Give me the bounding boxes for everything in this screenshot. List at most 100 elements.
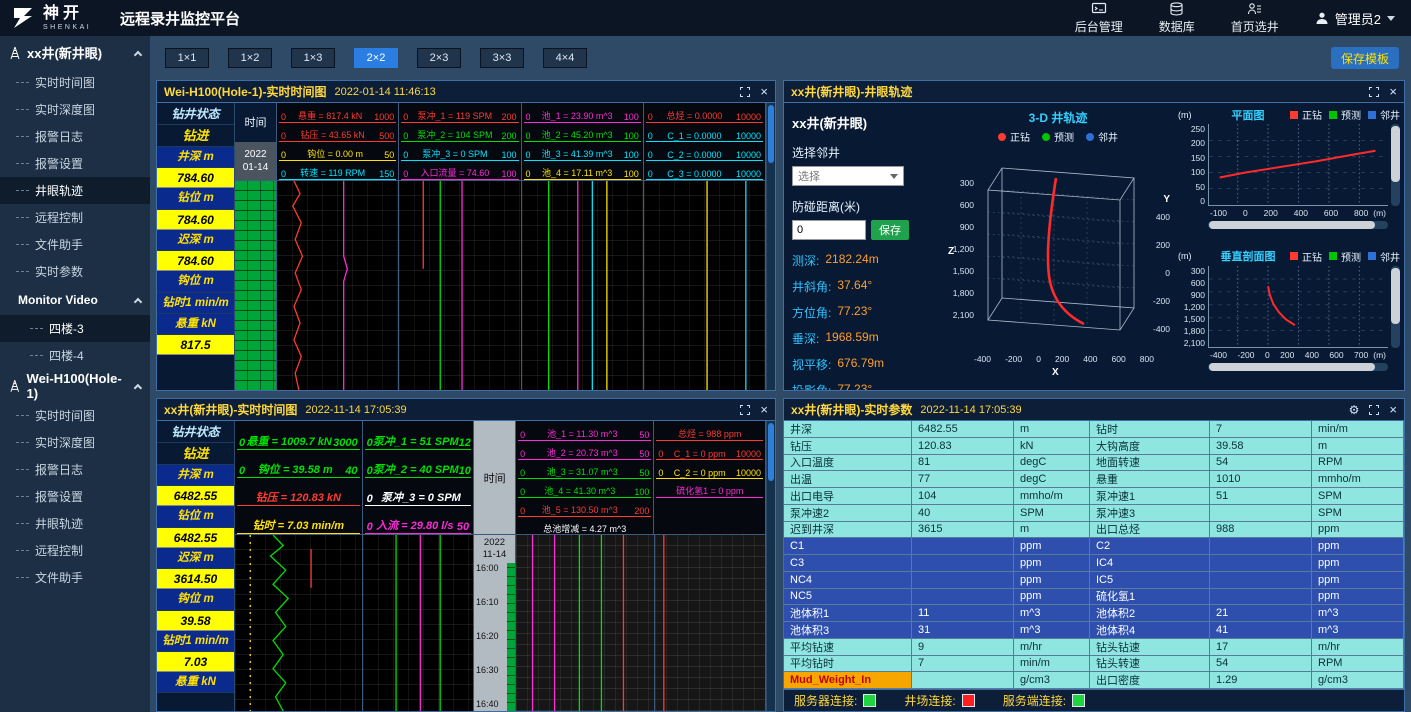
vertical-scrollbar[interactable]	[766, 103, 775, 390]
curve-label[interactable]: 0 钩位 = 0.00 m 50	[279, 142, 396, 161]
neighbor-well-select[interactable]: 选择	[792, 166, 904, 186]
save-button[interactable]: 保存	[871, 220, 909, 240]
curve-label[interactable]: 0 泵冲_1 = 51 SPM 120	[365, 422, 472, 450]
section-vertical-scrollbar[interactable]	[1391, 266, 1400, 348]
sidebar-item[interactable]: 井眼轨迹	[0, 177, 150, 204]
sidebar-item-camera[interactable]: 四楼-3	[0, 315, 150, 342]
sidebar-item[interactable]: 报警设置	[0, 150, 150, 177]
curve-label[interactable]: 0 泵冲_2 = 104 SPM 200	[401, 123, 518, 142]
sidebar-item[interactable]: 报警日志	[0, 123, 150, 150]
close-icon[interactable]	[760, 85, 768, 98]
curve-label[interactable]: 0 C_1 = 0 ppm 10000	[656, 441, 763, 460]
layout-button[interactable]: 4×4	[543, 48, 587, 68]
sidebar-item[interactable]: 远程控制	[0, 537, 150, 564]
chart-track-4[interactable]	[644, 181, 766, 390]
nav-home-well-select[interactable]: 首页选井	[1231, 2, 1279, 35]
nav-database[interactable]: 数据库	[1159, 2, 1195, 35]
plan-plot-area[interactable]	[1208, 124, 1388, 206]
curve-label[interactable]: 0 钩位 = 39.58 m 40	[237, 450, 360, 478]
curve-label[interactable]: 0 泵冲_3 = 0 SPM 100	[401, 142, 518, 161]
sidebar-group-well2[interactable]: Wei-H100(Hole-1)	[0, 369, 150, 402]
curve-label[interactable]: 总池增减 = 4.27 m^3	[518, 517, 651, 536]
sidebar-group-well1[interactable]: xx井(新井眼)	[0, 36, 150, 69]
expand-icon[interactable]	[1369, 87, 1379, 97]
section-horizontal-scrollbar[interactable]	[1208, 363, 1388, 371]
layout-button[interactable]: 1×1	[165, 48, 209, 68]
chart-track-A[interactable]	[235, 535, 363, 711]
close-icon[interactable]	[1389, 85, 1397, 98]
chart-track-D[interactable]	[655, 535, 766, 711]
layout-button[interactable]: 1×2	[228, 48, 272, 68]
chart-track-3[interactable]	[522, 181, 644, 390]
curve-label[interactable]: 0 C_2 = 0 ppm 10000	[656, 460, 763, 479]
sidebar-item[interactable]: 井眼轨迹	[0, 510, 150, 537]
sidebar-item[interactable]: 报警设置	[0, 483, 150, 510]
layout-button[interactable]: 1×3	[291, 48, 335, 68]
curve-label[interactable]: 0 池_5 = 130.50 m^3 200	[518, 498, 651, 517]
curve-label[interactable]: 0 悬重 = 817.4 kN 1000	[279, 104, 396, 123]
curve-label[interactable]: 总烃 = 988 ppm	[656, 422, 763, 441]
curve-label[interactable]: 0 池_2 = 20.73 m^3 50	[518, 441, 651, 460]
curve-label[interactable]: 0 总烃 = 0.0000 10000	[646, 104, 763, 123]
plan-horizontal-scrollbar[interactable]	[1208, 221, 1388, 229]
nav-backend-management[interactable]: 后台管理	[1075, 2, 1123, 35]
curve-label[interactable]: 0 入口流量 = 74.60 100	[401, 161, 518, 180]
plan-vertical-scrollbar[interactable]	[1391, 124, 1400, 206]
curve-label[interactable]: 0 池_1 = 11.30 m^3 50	[518, 422, 651, 441]
curve-label[interactable]: 0 泵冲_3 = 0 SPM	[365, 478, 472, 506]
scrollbar-thumb[interactable]	[768, 423, 774, 481]
curve-label[interactable]: 0 池_1 = 23.90 m^3 100	[524, 104, 641, 123]
curve-label[interactable]: 0 C_2 = 0.0000 10000	[646, 142, 763, 161]
sidebar-item[interactable]: 报警日志	[0, 456, 150, 483]
param-label: 大钩高度	[1090, 438, 1210, 454]
curve-label[interactable]: 0 入流 = 29.80 l/s 50	[365, 506, 472, 534]
curve-label[interactable]: 钻压 = 120.83 kN	[237, 478, 360, 506]
curve-label[interactable]: 0 C_1 = 0.0000 10000	[646, 123, 763, 142]
sidebar-item[interactable]: 文件助手	[0, 231, 150, 258]
scrollbar-thumb[interactable]	[768, 105, 774, 163]
sidebar-item[interactable]: 实时深度图	[0, 96, 150, 123]
curve-label[interactable]: 0 转速 = 119 RPM 150	[279, 161, 396, 180]
sidebar-item[interactable]: 远程控制	[0, 204, 150, 231]
curve-label[interactable]: 0 泵冲_1 = 119 SPM 200	[401, 104, 518, 123]
close-icon[interactable]	[1389, 403, 1397, 416]
sidebar-item[interactable]: 实时参数	[0, 258, 150, 285]
curve-label[interactable]: 0 池_4 = 17.11 m^3 100	[524, 161, 641, 180]
chart-track-B[interactable]	[363, 535, 474, 711]
anticollision-distance-input[interactable]	[792, 220, 866, 240]
layout-button[interactable]: 2×3	[417, 48, 461, 68]
curve-label[interactable]: 硫化氢1 = 0 ppm	[656, 479, 763, 498]
curve-label[interactable]: 0 C_3 = 0.0000 10000	[646, 161, 763, 180]
user-menu[interactable]: 管理员2	[1315, 9, 1395, 28]
curve-label[interactable]: 钻时 = 7.03 min/m	[237, 506, 360, 534]
sidebar-group-monitor-video[interactable]: Monitor Video	[0, 285, 150, 315]
curve-label[interactable]: 0 池_3 = 41.39 m^3 100	[524, 142, 641, 161]
panel-title: xx井(新井眼)-实时时间图	[164, 401, 297, 418]
save-template-button[interactable]: 保存模板	[1331, 47, 1399, 69]
sidebar-item[interactable]: 文件助手	[0, 564, 150, 591]
vertical-scrollbar[interactable]	[766, 421, 775, 711]
settings-gear-icon[interactable]	[1349, 404, 1360, 416]
neighbor-well-label: 选择邻井	[792, 144, 940, 161]
section-x-ticks: -400-2000200400600700 (m)	[1210, 350, 1386, 360]
sidebar-item[interactable]: 实时时间图	[0, 69, 150, 96]
sidebar-item-camera[interactable]: 四楼-4	[0, 342, 150, 369]
curve-label[interactable]: 0 泵冲_2 = 40 SPM 100	[365, 450, 472, 478]
chart-track-2[interactable]	[399, 181, 521, 390]
layout-button[interactable]: 2×2	[354, 48, 398, 68]
section-plot-area[interactable]	[1208, 266, 1388, 348]
expand-icon[interactable]	[740, 405, 750, 415]
curve-label[interactable]: 0 池_3 = 31.07 m^3 50	[518, 460, 651, 479]
expand-icon[interactable]	[740, 87, 750, 97]
curve-label[interactable]: 0 钻压 = 43.65 kN 500	[279, 123, 396, 142]
chart-track-C[interactable]	[516, 535, 655, 711]
curve-label[interactable]: 0 池_2 = 45.20 m^3 100	[524, 123, 641, 142]
sidebar-item[interactable]: 实时深度图	[0, 429, 150, 456]
expand-icon[interactable]	[1369, 405, 1379, 415]
close-icon[interactable]	[760, 403, 768, 416]
chart-track-1[interactable]	[277, 181, 399, 390]
layout-button[interactable]: 3×3	[480, 48, 524, 68]
curve-label[interactable]: 0 池_4 = 41.30 m^3 100	[518, 479, 651, 498]
sidebar-item[interactable]: 实时时间图	[0, 402, 150, 429]
curve-label[interactable]: 0 悬重 = 1009.7 kN 3000	[237, 422, 360, 450]
